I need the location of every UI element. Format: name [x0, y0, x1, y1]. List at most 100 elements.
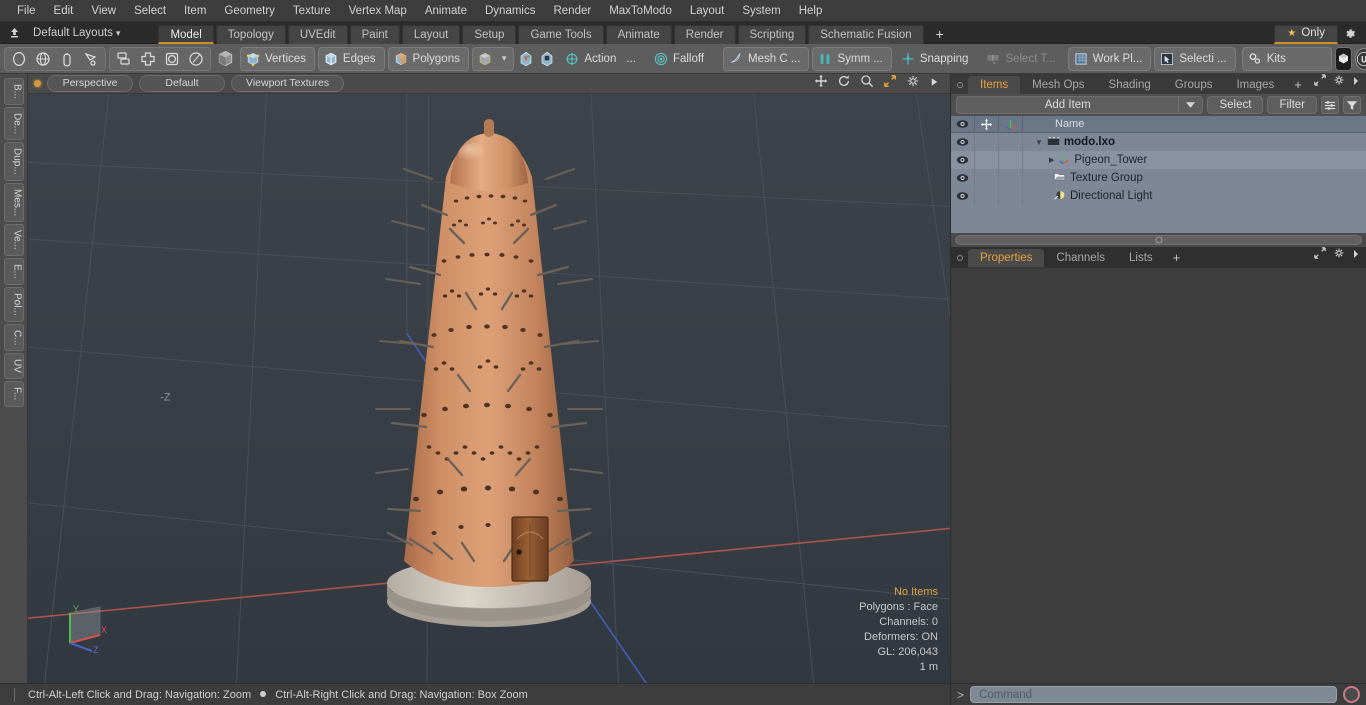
mode-items-button[interactable]: ▾	[471, 46, 515, 71]
tab-paint[interactable]: Paint	[349, 24, 400, 44]
plus-shape-icon[interactable]	[136, 48, 160, 70]
tab-scripting[interactable]: Scripting	[737, 24, 807, 44]
select-through-icon[interactable]	[517, 48, 535, 70]
tree-item-scene[interactable]: ▼ modo.lxo	[1023, 135, 1115, 149]
vtab-pol[interactable]: Pol...	[3, 287, 24, 322]
vtab-e[interactable]: E...	[3, 258, 24, 286]
record-icon[interactable]	[1343, 686, 1360, 703]
viewport-shading-dropdown[interactable]: Viewport Textures	[231, 75, 345, 92]
menu-item-maxtomodo[interactable]: MaxToModo	[600, 1, 681, 21]
menu-item-render[interactable]: Render	[544, 1, 600, 21]
table-row[interactable]: ▶ Pigeon_Tower	[951, 151, 1366, 169]
expand-icon[interactable]	[1314, 246, 1326, 264]
tab-properties[interactable]: Properties	[968, 249, 1045, 267]
gear-icon[interactable]	[906, 74, 920, 93]
zoom-icon[interactable]	[860, 74, 874, 93]
vtab-c[interactable]: C...	[3, 323, 24, 352]
vtab-uv[interactable]: UV	[3, 353, 24, 380]
mode-edges-button[interactable]: Edges	[317, 46, 385, 71]
play-icon[interactable]	[929, 75, 940, 93]
viewport-3d[interactable]: -Z Y X Z No Items Polygons: Face Channe…	[28, 94, 950, 683]
row-visibility-toggle[interactable]	[951, 187, 975, 205]
viewport-style-dropdown[interactable]: Default	[139, 75, 225, 92]
row-visibility-toggle[interactable]	[951, 133, 975, 151]
tab-schematic-fusion[interactable]: Schematic Fusion	[808, 24, 924, 44]
tab-animate[interactable]: Animate	[605, 24, 672, 44]
vtab-ve[interactable]: Ve...	[3, 224, 24, 257]
menu-item-file[interactable]: File	[8, 1, 45, 21]
chevron-down-icon[interactable]	[1178, 97, 1202, 113]
menu-item-select[interactable]: Select	[125, 1, 175, 21]
tab-groups[interactable]: Groups	[1163, 76, 1225, 94]
tab-setup[interactable]: Setup	[462, 24, 517, 44]
add-properties-tab-button[interactable]: +	[1165, 249, 1189, 267]
menu-item-item[interactable]: Item	[175, 1, 215, 21]
add-tab-button[interactable]: +	[926, 25, 954, 44]
rotate-icon[interactable]	[837, 74, 851, 93]
menu-item-geometry[interactable]: Geometry	[215, 1, 284, 21]
menu-item-vertex-map[interactable]: Vertex Map	[340, 1, 416, 21]
gear-icon[interactable]	[1333, 246, 1345, 264]
tab-layout[interactable]: Layout	[401, 24, 461, 44]
add-panel-tab-button[interactable]: +	[1286, 76, 1310, 94]
only-toggle-button[interactable]: ★ Only	[1274, 24, 1338, 44]
unreal-icon[interactable]	[1354, 47, 1366, 70]
menu-item-help[interactable]: Help	[790, 1, 832, 21]
vtab-de[interactable]: De...	[3, 107, 24, 141]
row-visibility-toggle[interactable]	[951, 151, 975, 169]
expander-icon[interactable]: ▼	[1035, 138, 1043, 147]
kits-button[interactable]: Kits	[1241, 46, 1332, 71]
menu-item-layout[interactable]: Layout	[681, 1, 734, 21]
pigeon-tower-model[interactable]	[374, 109, 604, 669]
tree-item-texture-group[interactable]: Texture Group	[1023, 171, 1143, 185]
gear-icon[interactable]	[1333, 73, 1345, 91]
filter-button[interactable]: Filter	[1267, 96, 1317, 114]
vtab-dup[interactable]: Dup...	[3, 142, 24, 181]
table-row[interactable]: ▼ modo.lxo	[951, 133, 1366, 151]
tab-channels[interactable]: Channels	[1044, 249, 1117, 267]
snapping-button[interactable]: Snapping	[894, 46, 978, 71]
cube-icon[interactable]	[216, 48, 235, 70]
command-input[interactable]	[970, 686, 1337, 703]
selection-set-button[interactable]: Selecti ...	[1154, 46, 1236, 71]
menu-item-dynamics[interactable]: Dynamics	[476, 1, 544, 21]
viewport-projection-dropdown[interactable]: Perspective	[47, 75, 133, 92]
ellipse-icon[interactable]	[7, 48, 31, 70]
square-icon[interactable]	[160, 48, 184, 70]
tab-render[interactable]: Render	[673, 24, 736, 44]
menu-item-system[interactable]: System	[733, 1, 789, 21]
table-row[interactable]: Directional Light	[951, 187, 1366, 205]
tree-item-directional-light[interactable]: Directional Light	[1023, 189, 1152, 204]
falloff-button[interactable]: Falloff	[647, 46, 714, 71]
tab-items[interactable]: Items	[968, 76, 1021, 94]
row-visibility-toggle[interactable]	[951, 169, 975, 187]
table-row[interactable]: Texture Group	[951, 169, 1366, 187]
tab-images[interactable]: Images	[1224, 76, 1286, 94]
gear-icon[interactable]	[1338, 25, 1362, 44]
clone-icon[interactable]	[112, 48, 136, 70]
tab-model[interactable]: Model	[158, 24, 214, 44]
list-options-icon[interactable]	[1321, 96, 1339, 114]
chevron-right-icon[interactable]	[1352, 246, 1360, 264]
tab-mesh-ops[interactable]: Mesh Ops	[1020, 76, 1096, 94]
expander-icon[interactable]: ▶	[1049, 156, 1054, 164]
home-arrow-icon[interactable]	[3, 23, 25, 43]
symmetry-button[interactable]: Symm ...	[812, 46, 892, 71]
menu-item-animate[interactable]: Animate	[416, 1, 476, 21]
select-through-button[interactable]: Select T...	[980, 46, 1065, 71]
action-center-button[interactable]: Action ...	[559, 46, 645, 71]
mode-polygons-button[interactable]: Polygons	[387, 46, 469, 71]
move-icon[interactable]	[814, 74, 828, 93]
vtab-f[interactable]: F...	[3, 381, 24, 407]
vtab-b[interactable]: B...	[3, 78, 24, 106]
capsule-icon[interactable]	[55, 48, 79, 70]
menu-item-edit[interactable]: Edit	[45, 1, 83, 21]
fit-icon[interactable]	[883, 74, 897, 93]
select-button[interactable]: Select	[1207, 96, 1264, 114]
circle-icon[interactable]	[184, 48, 208, 70]
mode-vertices-button[interactable]: Vertices	[240, 46, 315, 71]
scrollbar-thumb[interactable]	[955, 235, 1362, 245]
chevron-down-icon[interactable]: ▾	[497, 53, 512, 64]
add-item-button[interactable]: Add Item	[956, 96, 1204, 114]
expand-icon[interactable]	[1314, 73, 1326, 91]
